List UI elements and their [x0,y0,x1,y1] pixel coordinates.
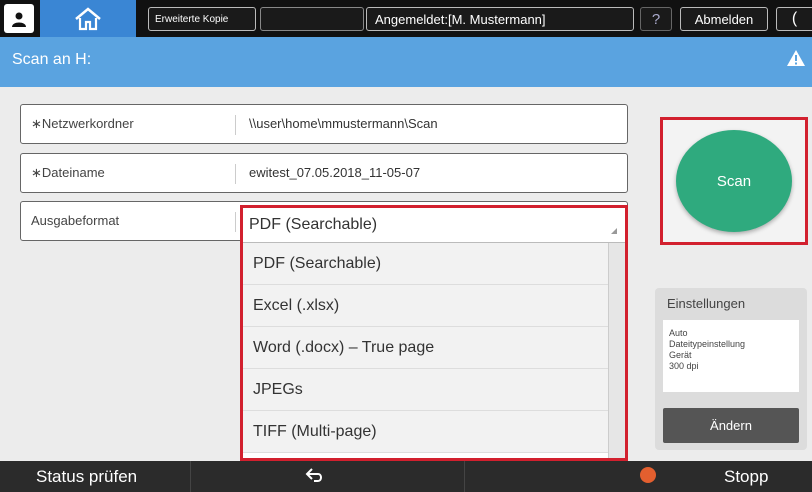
option-pdf-searchable[interactable]: PDF (Searchable) [243,243,609,285]
divider [235,212,236,232]
filename-label: ∗Dateiname [31,165,105,180]
footer-divider [464,461,465,492]
help-button[interactable]: ? [640,7,672,31]
settings-line: Dateitypeinstellung [669,339,746,349]
status-check-button[interactable]: Status prüfen [36,467,137,487]
title-bar: Scan an H: [0,37,812,87]
settings-line: Auto [669,328,688,338]
network-folder-value: \\user\home\mmustermann\Scan [249,116,438,131]
filename-value: ewitest_07.05.2018_11-05-07 [249,165,421,180]
divider [235,115,236,135]
energy-save-button[interactable]: ( [776,7,812,31]
change-settings-button[interactable]: Ändern [663,408,799,443]
divider [235,164,236,184]
home-button[interactable] [40,0,136,37]
back-arrow-icon[interactable] [305,466,325,484]
output-format-dropdown[interactable]: PDF (Searchable) PDF (Searchable) Excel … [240,205,628,461]
output-format-selected[interactable]: PDF (Searchable) [243,208,625,243]
footer-divider [190,461,191,492]
settings-title: Einstellungen [667,296,746,311]
option-tiff[interactable]: TIFF (Multi-page) [243,411,609,453]
option-excel[interactable]: Excel (.xlsx) [243,285,609,327]
user-icon [12,12,26,27]
logged-in-user-button[interactable]: Angemeldet:[M. Mustermann] [366,7,634,31]
filename-field[interactable]: ∗Dateiname ewitest_07.05.2018_11-05-07 [20,153,628,193]
main-area: ∗Netzwerkordner \\user\home\mmustermann\… [0,87,812,461]
scan-button-area: Scan [660,117,808,245]
top-bar: Erweiterte Kopie Angemeldet:[M. Musterma… [0,0,812,37]
option-jpegs[interactable]: JPEGs [243,369,609,411]
dropdown-scrollbar[interactable] [608,243,625,458]
settings-summary: Auto Dateitypeinstellung Gerät 300 dpi [663,320,799,392]
stop-button[interactable]: Stopp [724,467,768,487]
network-folder-label: ∗Netzwerkordner [31,116,134,131]
page-title: Scan an H: [12,51,92,68]
scan-button[interactable]: Scan [676,130,792,232]
user-button[interactable] [4,4,34,33]
stop-icon [640,467,656,483]
dropdown-arrow-icon [611,228,617,234]
option-word[interactable]: Word (.docx) – True page [243,327,609,369]
network-folder-field[interactable]: ∗Netzwerkordner \\user\home\mmustermann\… [20,104,628,144]
settings-line: 300 dpi [669,361,699,371]
dropdown-options: PDF (Searchable) Excel (.xlsx) Word (.do… [243,243,609,453]
output-format-label: Ausgabeformat [31,213,120,228]
extended-copy-button[interactable]: Erweiterte Kopie [148,7,256,31]
home-icon [75,6,101,30]
settings-panel: Einstellungen Auto Dateitypeinstellung G… [655,288,807,450]
warning-icon[interactable] [786,49,806,67]
empty-shortcut-button[interactable] [260,7,364,31]
logout-button[interactable]: Abmelden [680,7,768,31]
settings-line: Gerät [669,350,692,360]
footer-bar: Status prüfen Stopp [0,461,812,492]
